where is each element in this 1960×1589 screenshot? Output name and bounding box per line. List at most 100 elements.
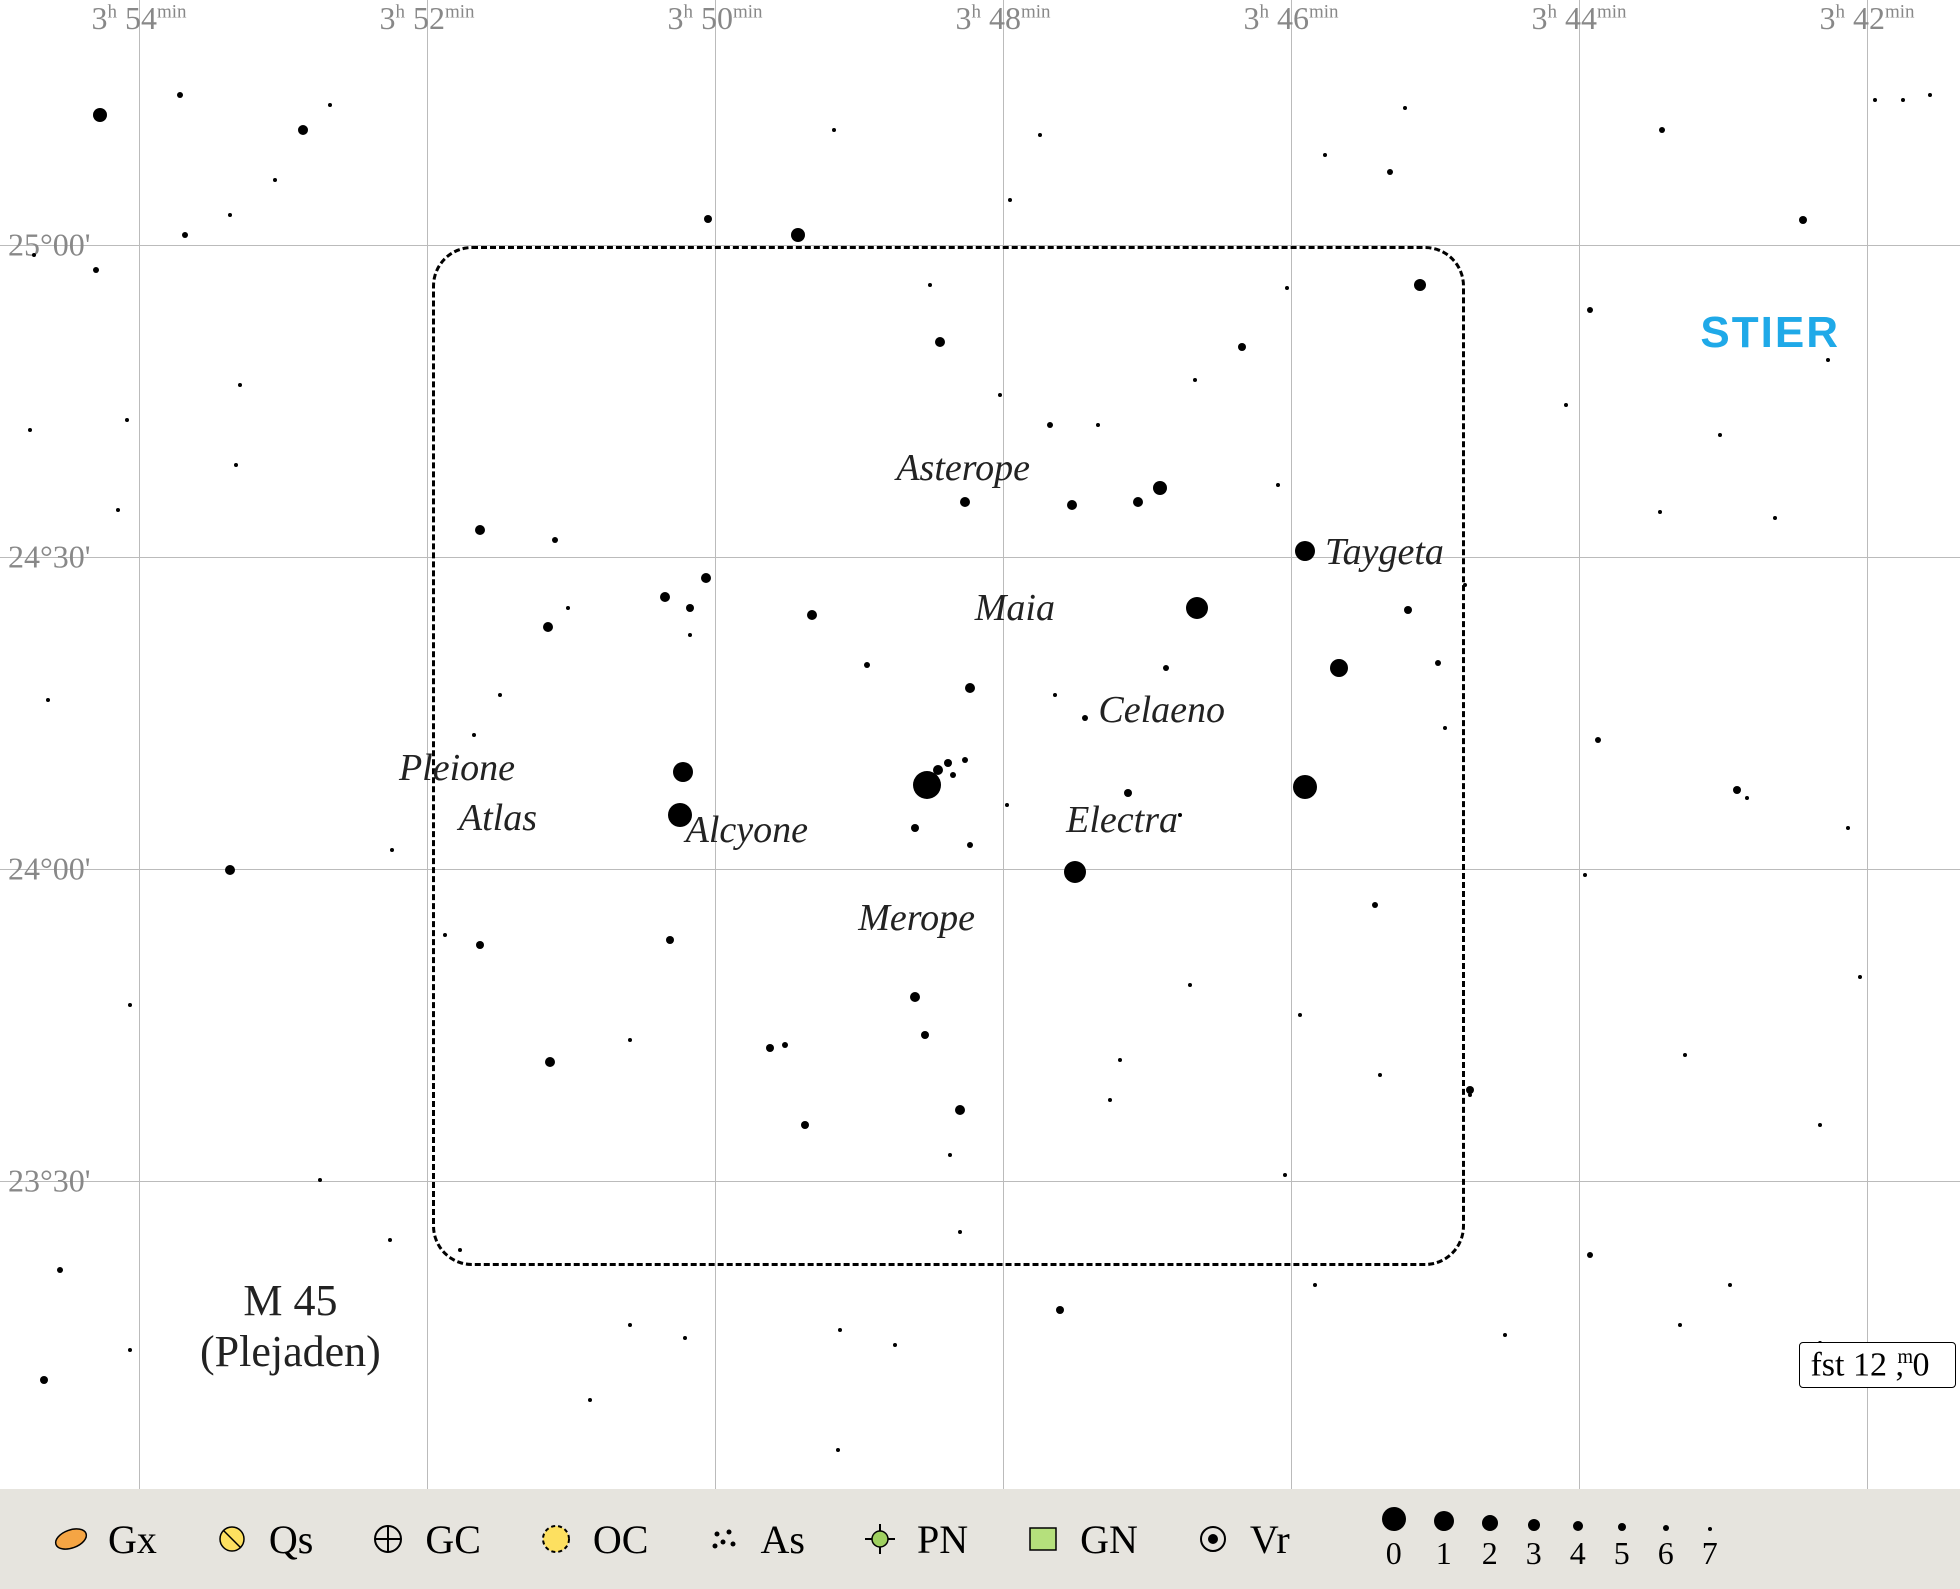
legend-qs: Qs (209, 1516, 313, 1563)
field-star (1387, 169, 1393, 175)
ra-tick-label: 3h 46min (1243, 0, 1338, 37)
dec-tick-label: 23°30' (8, 1163, 91, 1200)
field-star (1313, 1283, 1317, 1287)
mag-num: 5 (1614, 1535, 1630, 1572)
field-star (1858, 975, 1862, 979)
field-star (704, 215, 712, 223)
star-label-taygeta: Taygeta (1325, 530, 1444, 574)
field-star (838, 1328, 842, 1332)
field-star (1818, 1123, 1822, 1127)
mag-dot-icon (1708, 1527, 1712, 1531)
field-star (1799, 216, 1807, 224)
field-star (40, 1376, 48, 1384)
legend-oc: OC (533, 1516, 649, 1563)
legend-pn: PN (857, 1516, 968, 1563)
star-label-pleione: Pleione (399, 746, 515, 790)
named-star (1064, 861, 1086, 883)
mag-dot-icon (1382, 1507, 1406, 1531)
field-star (1587, 307, 1593, 313)
field-star (1733, 786, 1741, 794)
cluster-subname: (Plejaden) (200, 1326, 381, 1377)
field-star (273, 178, 277, 182)
mag-3: 3 (1526, 1519, 1542, 1572)
field-star (1928, 93, 1932, 97)
legend-vr-icon (1190, 1521, 1236, 1557)
mag-7: 7 (1702, 1527, 1718, 1572)
field-star (832, 128, 836, 132)
mag-num: 1 (1436, 1535, 1452, 1572)
mag-num: 7 (1702, 1535, 1718, 1572)
legend-oc-icon (533, 1521, 579, 1557)
field-star (588, 1398, 592, 1402)
field-star (1773, 516, 1777, 520)
grid-vertical (427, 0, 428, 1490)
field-star (791, 228, 805, 242)
named-star (1330, 659, 1348, 677)
star-label-atlas: Atlas (459, 796, 537, 840)
named-star (1295, 541, 1315, 561)
field-star (28, 428, 32, 432)
named-star (1153, 481, 1167, 495)
mag-dot-icon (1663, 1525, 1669, 1531)
dec-tick-label: 25°00' (8, 227, 91, 264)
field-star (1846, 826, 1850, 830)
magnitude-scale: 01234567 (1382, 1507, 1746, 1572)
ra-tick-label: 3h 42min (1819, 0, 1914, 37)
mag-2: 2 (1482, 1515, 1498, 1572)
field-star (1583, 873, 1587, 877)
ra-tick-label: 3h 50min (667, 0, 762, 37)
field-star (1678, 1323, 1682, 1327)
mag-num: 3 (1526, 1535, 1542, 1572)
field-star (1826, 358, 1830, 362)
field-star (228, 213, 232, 217)
field-star (390, 848, 394, 852)
mag-num: 6 (1658, 1535, 1674, 1572)
field-star (1468, 1093, 1472, 1097)
star-label-celaeno: Celaeno (1098, 688, 1225, 732)
field-star (388, 1238, 392, 1242)
legend-gx-label: Gx (108, 1516, 157, 1563)
mag-0: 0 (1382, 1507, 1406, 1572)
named-star (1133, 497, 1143, 507)
named-star (913, 771, 941, 799)
field-star (225, 865, 235, 875)
field-star (1659, 127, 1665, 133)
field-star (177, 92, 183, 98)
mag-6: 6 (1658, 1525, 1674, 1572)
legend-vr-label: Vr (1250, 1516, 1290, 1563)
grid-vertical (139, 0, 140, 1490)
legend-as: As (701, 1516, 805, 1563)
field-star (1718, 433, 1722, 437)
mag-num: 4 (1570, 1535, 1586, 1572)
field-star (1728, 1283, 1732, 1287)
legend-gx-icon (48, 1521, 94, 1557)
legend-pn-icon (857, 1521, 903, 1557)
named-star (1293, 775, 1317, 799)
mag-dot-icon (1482, 1515, 1498, 1531)
field-star (1901, 98, 1905, 102)
field-star (628, 1323, 632, 1327)
grid-vertical (1867, 0, 1868, 1490)
field-star (1683, 1053, 1687, 1057)
mag-1: 1 (1434, 1511, 1454, 1572)
legend-gc-icon (365, 1521, 411, 1557)
legend-gn-label: GN (1080, 1516, 1138, 1563)
field-star (1038, 133, 1042, 137)
field-star (116, 508, 120, 512)
named-star (673, 762, 693, 782)
field-star (128, 1003, 132, 1007)
grid-vertical (1579, 0, 1580, 1490)
mag-4: 4 (1570, 1521, 1586, 1572)
field-star (1658, 510, 1662, 514)
legend-gn-icon (1020, 1521, 1066, 1557)
field-star (1323, 153, 1327, 157)
field-star (1595, 737, 1601, 743)
legend-vr: Vr (1190, 1516, 1290, 1563)
field-star (1056, 1306, 1064, 1314)
dec-tick-label: 24°00' (8, 851, 91, 888)
field-star (318, 1178, 322, 1182)
ra-tick-label: 3h 48min (955, 0, 1050, 37)
legend-gn: GN (1020, 1516, 1138, 1563)
field-star (1503, 1333, 1507, 1337)
field-star (683, 1336, 687, 1340)
